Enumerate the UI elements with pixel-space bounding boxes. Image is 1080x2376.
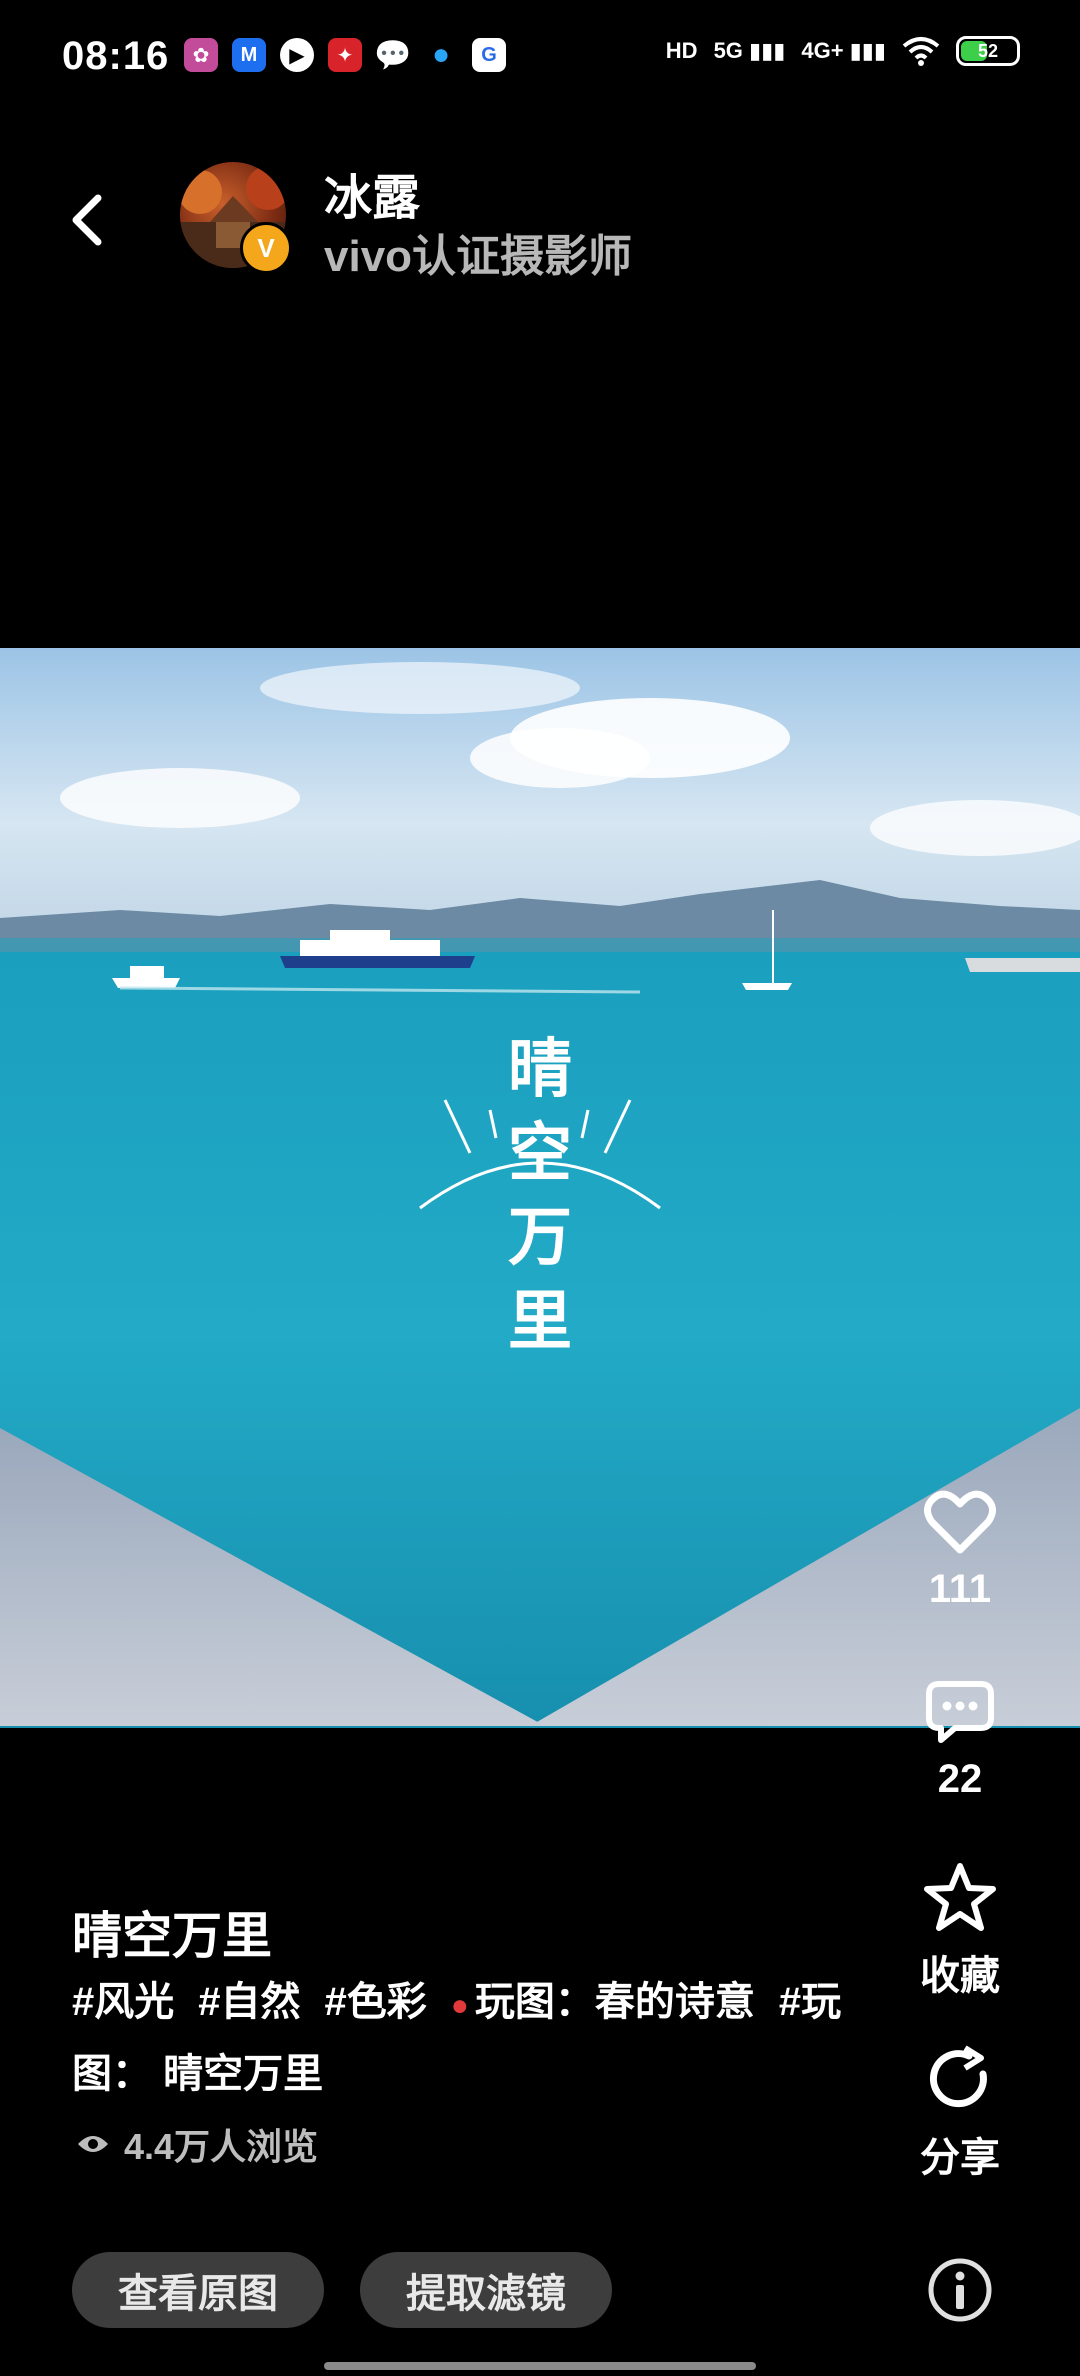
author-name[interactable]: 冰露 [324, 158, 420, 228]
star-icon [924, 1863, 996, 1931]
like-button[interactable]: 111 [900, 1490, 1020, 1612]
verified-badge-icon: V [240, 222, 292, 274]
view-original-button[interactable]: 查看原图 [72, 2252, 324, 2328]
overlay-char: 空 [508, 1116, 572, 1191]
back-arrow-icon[interactable] [64, 190, 114, 250]
photo-overlay-text: 晴 空 万 里 [500, 1028, 580, 1364]
post-title: 晴空万里 [72, 1908, 272, 1964]
overlay-char: 晴 [508, 1032, 572, 1107]
post-tags: #风光 #自然 #色彩 ● 玩图：春的诗意 #玩图： 晴空万里 [72, 1968, 852, 2108]
m-app-icon: M [232, 38, 266, 72]
view-count: 4.4万人浏览 [76, 2118, 318, 2170]
view-count-text: 4.4万人浏览 [124, 2126, 319, 2167]
battery-icon: 52 [956, 36, 1020, 66]
comment-icon [926, 1681, 994, 1743]
comment-count: 22 [937, 1757, 983, 1801]
share-icon [929, 2045, 987, 2108]
heart-icon [924, 1490, 996, 1554]
eye-icon [78, 2136, 108, 2152]
gallery-app-icon: ✿ [184, 38, 218, 72]
favorite-button[interactable]: 收藏 [900, 1862, 1020, 2001]
info-icon[interactable] [926, 2256, 994, 2324]
extract-filter-button[interactable]: 提取滤镜 [360, 2252, 612, 2328]
author-header: V 冰露 vivo认证摄影师 [0, 150, 1080, 290]
share-button[interactable]: 分享 [900, 2044, 1020, 2183]
wifi-icon [902, 37, 940, 66]
qq-app-icon: ● [431, 38, 451, 71]
flame-icon: ● [450, 1989, 469, 2022]
network-5g-icon: 5G ▮▮▮ [713, 38, 786, 63]
tag-link[interactable]: 玩图：春的诗意 [475, 1980, 755, 2024]
network-4g-icon: 4G+ ▮▮▮ [801, 38, 886, 63]
tag-link[interactable]: #自然 [198, 1980, 300, 2024]
clock: 08:16 [62, 34, 170, 78]
share-label: 分享 [920, 2136, 1000, 2180]
home-indicator[interactable] [324, 2362, 756, 2370]
overlay-char: 万 [508, 1200, 572, 1275]
overlay-char: 里 [508, 1284, 572, 1359]
news-app-icon: ✦ [328, 38, 362, 72]
notification-icons: ✿ M ▶ ✦ 💬 ● G [184, 38, 506, 72]
tag-link[interactable]: #风光 [72, 1980, 174, 2024]
hd-icon: HD [665, 38, 698, 63]
tag-link[interactable]: #色彩 [325, 1980, 427, 2024]
play-app-icon: ▶ [280, 38, 314, 72]
author-certification: vivo认证摄影师 [324, 232, 633, 281]
comment-button[interactable]: 22 [900, 1678, 1020, 1802]
status-bar: 08:16 ✿ M ▶ ✦ 💬 ● G HD 5G ▮▮▮ 4G+ ▮▮▮ 52 [0, 0, 1080, 110]
message-app-icon: 💬 [374, 38, 412, 72]
battery-level: 52 [977, 40, 999, 61]
like-count: 111 [928, 1567, 992, 1611]
browser-app-icon: G [472, 38, 506, 72]
system-icons: HD 5G ▮▮▮ 4G+ ▮▮▮ 52 [666, 36, 1020, 66]
favorite-label: 收藏 [920, 1954, 1000, 1998]
